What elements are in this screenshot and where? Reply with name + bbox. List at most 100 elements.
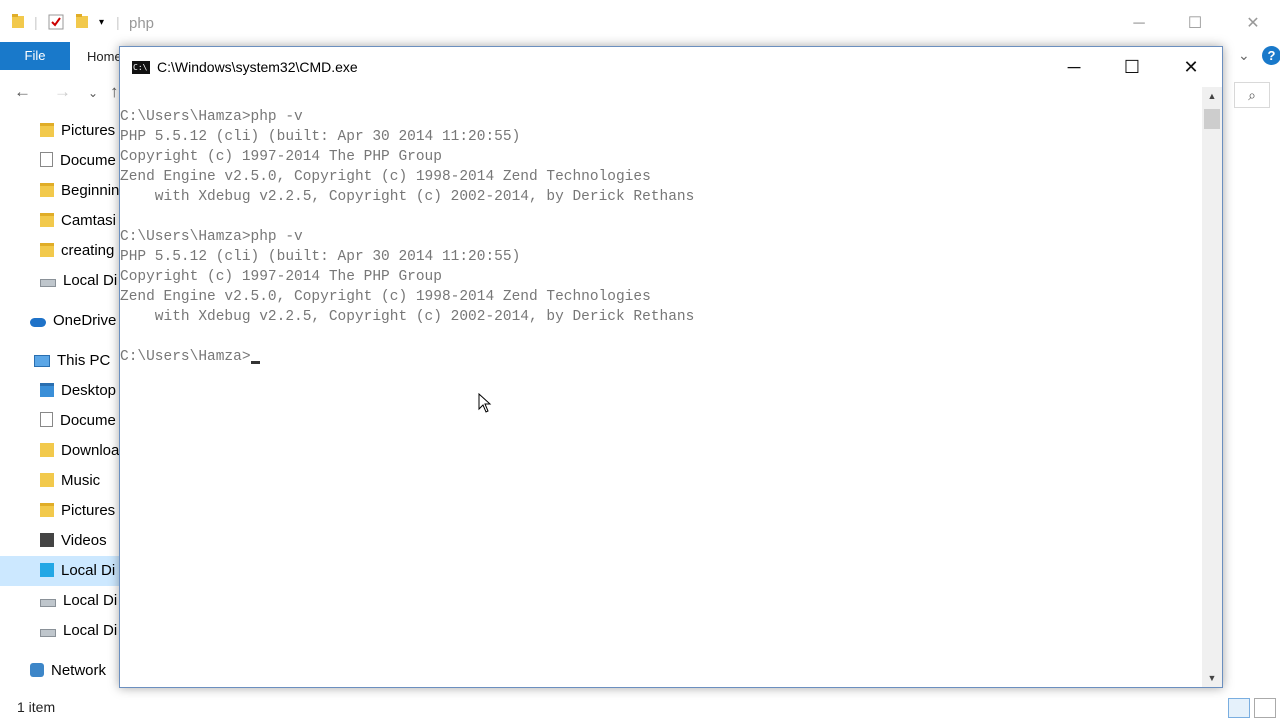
nav-item-label: Local Di <box>63 272 118 289</box>
details-view-icon[interactable] <box>1228 698 1250 718</box>
music-icon <box>40 473 54 487</box>
this-pc-icon <box>34 355 50 367</box>
search-icon[interactable]: ⌕ <box>1234 82 1270 108</box>
console-line: with Xdebug v2.2.5, Copyright (c) 2002-2… <box>120 189 695 205</box>
nav-item-network[interactable]: Network <box>30 656 106 686</box>
folder-icon <box>40 213 54 227</box>
console-line: Zend Engine v2.5.0, Copyright (c) 1998-2… <box>120 169 651 185</box>
cmd-window: C:\ C:\Windows\system32\CMD.exe ─ ☐ ✕ C:… <box>119 46 1223 688</box>
nav-item-label: Network <box>51 662 107 679</box>
console-area[interactable]: C:\Users\Hamza>php -v PHP 5.5.12 (cli) (… <box>120 87 1202 687</box>
explorer-close-button[interactable]: ✕ <box>1230 10 1276 38</box>
nav-item-onedrive[interactable]: OneDrive <box>30 306 116 336</box>
console-output: C:\Users\Hamza>php -v PHP 5.5.12 (cli) (… <box>120 107 694 367</box>
folder-icon <box>40 503 54 517</box>
explorer-minimize-button[interactable]: ─ <box>1116 10 1162 38</box>
quick-access-dropdown-icon[interactable]: ▾ <box>99 17 104 28</box>
nav-item-label: Camtasi <box>61 212 117 229</box>
nav-item-label: Beginnin <box>61 182 120 199</box>
close-button[interactable]: ✕ <box>1162 47 1220 87</box>
nav-item-desktop[interactable]: Desktop <box>40 376 116 406</box>
item-count: 1 item <box>17 699 56 715</box>
text-cursor <box>250 361 260 364</box>
explorer-maximize-button[interactable]: ☐ <box>1172 10 1218 38</box>
nav-item-label: Docume <box>60 412 116 429</box>
cmd-app-icon: C:\ <box>132 61 150 74</box>
help-icon[interactable]: ? <box>1262 46 1280 65</box>
nav-item-downloads[interactable]: Downloa <box>40 436 119 466</box>
scroll-up-arrow-icon[interactable]: ▲ <box>1202 89 1222 103</box>
nav-item-local-disk[interactable]: Local Di <box>40 616 117 646</box>
nav-item-camtasia[interactable]: Camtasi <box>40 206 116 236</box>
nav-item-creating[interactable]: creating <box>40 236 114 266</box>
recent-locations-chevron-icon[interactable]: ⌄ <box>88 86 98 100</box>
nav-item-beginning[interactable]: Beginnin <box>40 176 119 206</box>
nav-item-label: Pictures <box>61 502 116 519</box>
nav-item-music[interactable]: Music <box>40 466 100 496</box>
console-line: PHP 5.5.12 (cli) (built: Apr 30 2014 11:… <box>120 249 521 265</box>
console-line: Zend Engine v2.5.0, Copyright (c) 1998-2… <box>120 289 651 305</box>
console-line: C:\Users\Hamza>php -v <box>120 109 303 125</box>
nav-item-local-disk[interactable]: Local Di <box>40 586 117 616</box>
scrollbar-thumb[interactable] <box>1204 109 1220 129</box>
up-arrow-icon[interactable]: ↑ <box>110 82 119 102</box>
network-icon <box>30 663 44 677</box>
separator: | <box>116 14 120 30</box>
tab-home[interactable]: Home <box>87 49 122 64</box>
nav-item-pictures[interactable]: Pictures <box>40 496 115 526</box>
windows-drive-icon <box>40 563 54 577</box>
large-icons-view-icon[interactable] <box>1254 698 1276 718</box>
console-prompt: C:\Users\Hamza> <box>120 349 251 365</box>
downloads-icon <box>40 443 54 457</box>
nav-item-local-disk[interactable]: Local Di <box>40 266 117 296</box>
video-icon <box>40 533 54 547</box>
minimize-button[interactable]: ─ <box>1045 47 1103 87</box>
nav-item-videos[interactable]: Videos <box>40 526 107 556</box>
folder-icon <box>40 183 54 197</box>
nav-item-label: Docume <box>60 152 116 169</box>
properties-icon[interactable] <box>48 14 64 33</box>
nav-item-label: Local Di <box>61 562 116 579</box>
cmd-window-title: C:\Windows\system32\CMD.exe <box>157 59 358 75</box>
document-icon <box>40 412 53 427</box>
nav-item-local-disk-c[interactable]: Local Di <box>0 556 120 586</box>
forward-arrow-icon[interactable]: → <box>54 82 71 102</box>
console-line: with Xdebug v2.2.5, Copyright (c) 2002-2… <box>120 309 695 325</box>
onedrive-icon <box>30 318 46 327</box>
console-line: Copyright (c) 1997-2014 The PHP Group <box>120 269 442 285</box>
nav-item-label: This PC <box>57 352 111 369</box>
nav-item-pictures[interactable]: Pictures <box>40 116 115 146</box>
vertical-scrollbar[interactable]: ▲ ▼ <box>1202 87 1222 687</box>
nav-item-this-pc[interactable]: This PC <box>34 346 110 376</box>
scroll-down-arrow-icon[interactable]: ▼ <box>1202 671 1222 685</box>
nav-item-label: Desktop <box>61 382 117 399</box>
nav-item-documents[interactable]: Docume <box>40 406 116 436</box>
nav-item-label: Music <box>61 472 101 489</box>
nav-item-label: Local Di <box>63 592 118 609</box>
separator: | <box>34 14 38 30</box>
maximize-button[interactable]: ☐ <box>1103 47 1161 87</box>
nav-item-documents[interactable]: Docume <box>40 146 116 176</box>
expand-ribbon-icon[interactable]: ⌄ <box>1238 47 1250 64</box>
folder-icon <box>40 123 54 137</box>
desktop-icon <box>40 383 54 397</box>
console-line: PHP 5.5.12 (cli) (built: Apr 30 2014 11:… <box>120 129 521 145</box>
document-icon <box>40 152 53 167</box>
new-folder-icon[interactable] <box>76 14 88 31</box>
nav-item-label: Pictures <box>61 122 116 139</box>
back-arrow-icon[interactable]: ← <box>14 82 31 102</box>
tab-file[interactable]: File <box>0 42 70 70</box>
navigation-pane: Pictures Docume Beginnin Camtasi creatin… <box>0 114 120 694</box>
nav-item-label: OneDrive <box>53 312 117 329</box>
drive-icon <box>40 599 56 607</box>
console-line: C:\Users\Hamza>php -v <box>120 229 303 245</box>
nav-item-label: Videos <box>61 532 107 549</box>
cmd-titlebar[interactable]: C:\ C:\Windows\system32\CMD.exe ─ ☐ ✕ <box>120 47 1222 87</box>
folder-icon <box>40 243 54 257</box>
drive-icon <box>40 629 56 637</box>
explorer-title: php <box>129 15 155 32</box>
nav-item-label: Downloa <box>61 442 120 459</box>
nav-item-label: creating <box>61 242 115 259</box>
folder-icon <box>12 14 24 31</box>
explorer-titlebar: | ▾ | php ─ ☐ ✕ <box>0 0 1280 46</box>
